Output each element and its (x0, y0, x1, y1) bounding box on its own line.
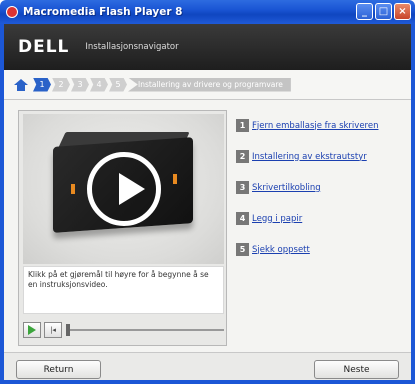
task-link-unpack[interactable]: Fjern emballasje fra skriveren (252, 121, 378, 131)
maximize-button[interactable]: □ (375, 3, 392, 20)
window-title: Macromedia Flash Player 8 (23, 6, 183, 18)
video-player[interactable] (23, 114, 224, 264)
printer-orange-mark (71, 184, 75, 194)
return-button[interactable]: Return (16, 360, 101, 379)
breadcrumb-step-2[interactable]: 2 (52, 77, 70, 92)
home-icon[interactable] (14, 78, 28, 91)
video-controls: |◂ (23, 319, 224, 341)
task-item[interactable]: 1 Fjern emballasje fra skriveren (236, 118, 411, 133)
rewind-button[interactable]: |◂ (44, 322, 62, 338)
task-number: 2 (236, 150, 249, 163)
breadcrumb-step-4[interactable]: 4 (90, 77, 108, 92)
task-number: 4 (236, 212, 249, 225)
video-play-overlay-icon[interactable] (87, 152, 161, 226)
banner-subtitle: Installasjonsnavigator (85, 42, 179, 52)
task-link-load-paper[interactable]: Legg i papir (252, 214, 302, 224)
breadcrumb-step-1[interactable]: 1 (33, 77, 51, 92)
bottom-bar: Return Neste (4, 352, 411, 380)
task-item[interactable]: 5 Sjekk oppsett (236, 242, 411, 257)
task-item[interactable]: 3 Skrivertilkobling (236, 180, 411, 195)
task-item[interactable]: 2 Installering av ekstrautstyr (236, 149, 411, 164)
task-number: 5 (236, 243, 249, 256)
breadcrumb: 1 2 3 4 5 Installering av drivere og pro… (4, 70, 411, 100)
breadcrumb-step-5[interactable]: 5 (109, 77, 127, 92)
printer-orange-mark (173, 174, 177, 184)
minimize-button[interactable]: _ (356, 3, 373, 20)
close-button[interactable]: × (394, 3, 411, 20)
task-item[interactable]: 4 Legg i papir (236, 211, 411, 226)
task-number: 3 (236, 181, 249, 194)
window-controls: _ □ × (356, 3, 411, 20)
task-link-connection[interactable]: Skrivertilkobling (252, 183, 321, 193)
play-icon (28, 325, 36, 335)
window-titlebar: Macromedia Flash Player 8 _ □ × (0, 0, 415, 24)
play-button[interactable] (23, 322, 41, 338)
video-panel: Klikk på et gjøremål til høyre for å beg… (18, 110, 227, 346)
video-caption: Klikk på et gjøremål til høyre for å beg… (23, 266, 224, 314)
dell-banner: DELL Installasjonsnavigator (4, 24, 411, 70)
task-link-check-setup[interactable]: Sjekk oppsett (252, 245, 310, 255)
breadcrumb-step-3[interactable]: 3 (71, 77, 89, 92)
task-list: 1 Fjern emballasje fra skriveren 2 Insta… (236, 118, 411, 273)
flash-app-icon (6, 6, 18, 18)
dell-logo: DELL (18, 37, 70, 57)
next-button[interactable]: Neste (314, 360, 399, 379)
task-link-options[interactable]: Installering av ekstrautstyr (252, 152, 367, 162)
task-number: 1 (236, 119, 249, 132)
breadcrumb-current-label: Installering av drivere og programvare (128, 77, 291, 92)
play-triangle-icon (119, 173, 145, 205)
video-seek-bar[interactable] (66, 324, 224, 336)
seek-thumb[interactable] (66, 324, 70, 336)
